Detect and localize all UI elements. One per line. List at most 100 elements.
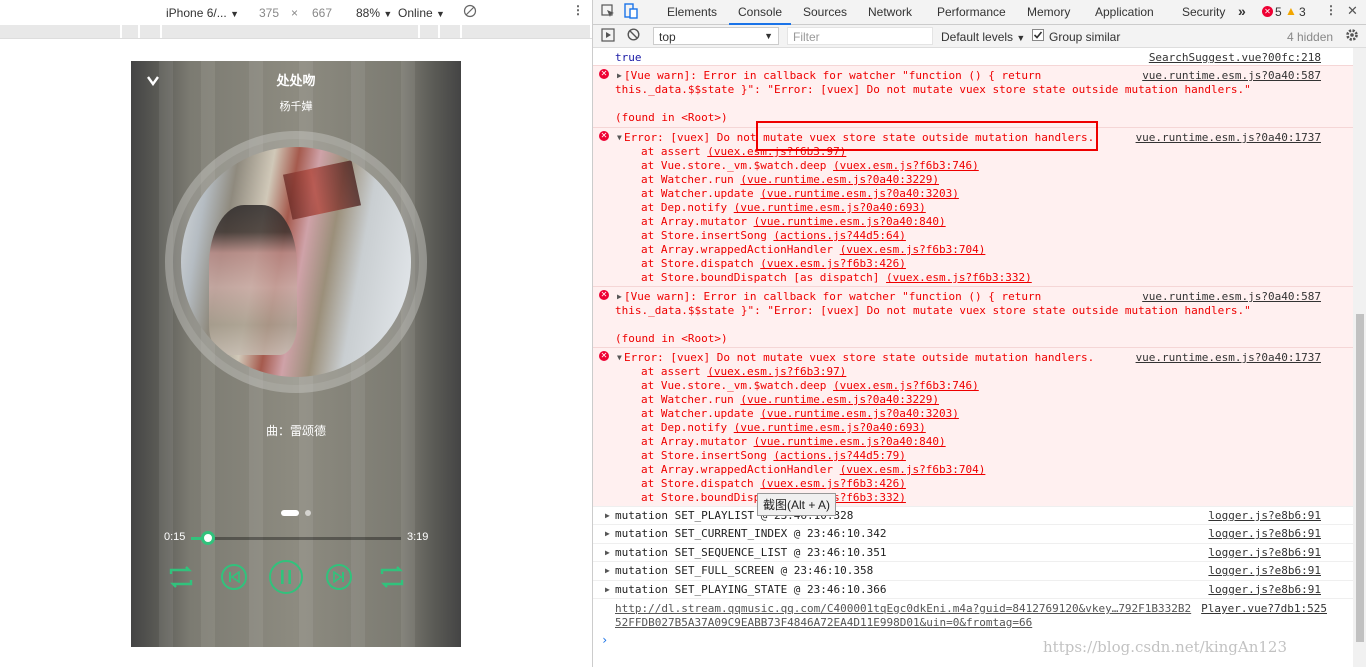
stack-frame: at Watcher.update (vue.runtime.esm.js?0a… (641, 407, 959, 421)
source-link[interactable]: vue.runtime.esm.js?0a40:587 (1142, 69, 1321, 83)
stack-frame: at assert (vuex.esm.js?f6b3:97) (641, 365, 846, 379)
favorite-icon[interactable] (376, 561, 408, 596)
source-link[interactable]: logger.js?e8b6:91 (1208, 509, 1321, 523)
throttle-select[interactable]: Online ▼ (398, 6, 445, 20)
stack-frame-location[interactable]: (vuex.esm.js?f6b3:97) (707, 365, 846, 378)
expand-triangle-icon[interactable]: ▼ (617, 353, 622, 362)
stack-frame-function: at Watcher.run (641, 393, 741, 406)
next-icon[interactable] (326, 564, 352, 590)
log-levels-select[interactable]: Default levels ▼ (941, 30, 1025, 44)
tab-elements[interactable]: Elements (667, 5, 717, 19)
hidden-count: 4 hidden (1287, 30, 1334, 44)
tab-console[interactable]: Console (738, 5, 782, 19)
console-filter-input[interactable]: Filter (787, 27, 933, 45)
stack-frame-location[interactable]: (vuex.esm.js?f6b3:704) (840, 243, 986, 256)
expand-triangle-icon[interactable]: ▶ (605, 566, 610, 575)
devtools-menu-icon[interactable]: ⋮ (1325, 3, 1337, 17)
mutation-log-entry[interactable]: ▶ mutation SET_PLAYING_STATE @ 23:46:10.3… (593, 579, 1353, 598)
stack-frame-location[interactable]: (vue.runtime.esm.js?0a40:3229) (740, 393, 939, 406)
stack-frame-function: at assert (641, 365, 708, 378)
mutation-log-entry[interactable]: ▶ mutation SET_FULL_SCREEN @ 23:46:10.358… (593, 561, 1353, 580)
expand-triangle-icon[interactable]: ▼ (617, 133, 622, 142)
stack-frame-location[interactable]: (vuex.esm.js?f6b3:746) (833, 159, 979, 172)
stack-frame-location[interactable]: (vuex.esm.js?f6b3:746) (833, 379, 979, 392)
music-player-screen: 处处吻 杨千嬅 曲：雷颂德 0:15 3:19 (131, 61, 461, 647)
mutation-log-entry[interactable]: ▶ mutation SET_SEQUENCE_LIST @ 23:46:10.3… (593, 542, 1353, 561)
progress-bar[interactable] (191, 531, 401, 545)
stack-frame-location[interactable]: (vuex.esm.js?f6b3:426) (760, 257, 906, 270)
error-message: Error: [vuex] Do not mutate vuex store s… (624, 351, 1095, 364)
prev-icon[interactable] (221, 564, 247, 590)
stack-frame-location[interactable]: (vuex.esm.js?f6b3:704) (840, 463, 986, 476)
devtools-panel: Elements Console Sources Network Perform… (592, 0, 1366, 667)
zoom-select[interactable]: 88% ▼ (356, 6, 392, 20)
console-scrollbar[interactable] (1353, 48, 1366, 667)
stack-frame-function: at Watcher.update (641, 187, 761, 200)
media-query-ruler (0, 25, 592, 39)
stack-frame-location[interactable]: (vuex.esm.js?f6b3:426) (760, 477, 906, 490)
dropdown-caret-icon: ▼ (1016, 33, 1026, 43)
stack-frame-location[interactable]: (vue.runtime.esm.js?0a40:840) (754, 215, 946, 228)
more-options-icon[interactable]: ⋮ (572, 3, 584, 17)
stack-frame-location[interactable]: (vue.runtime.esm.js?0a40:3229) (740, 173, 939, 186)
pause-icon[interactable] (269, 560, 303, 594)
group-similar-checkbox[interactable] (1032, 29, 1044, 44)
stream-url-cont[interactable]: 52FFDB027B5A37A09C9EABB73F4846A72EA4D11E… (615, 616, 1032, 630)
source-link[interactable]: logger.js?e8b6:91 (1208, 546, 1321, 560)
source-link[interactable]: vue.runtime.esm.js?0a40:1737 (1136, 351, 1321, 365)
stack-frame-location[interactable]: (vue.runtime.esm.js?0a40:693) (734, 201, 926, 214)
tab-memory[interactable]: Memory (1027, 5, 1070, 19)
loop-icon[interactable] (165, 561, 197, 596)
device-height-input[interactable]: 667 (312, 6, 332, 20)
stack-frame-function: at Store.dispatch (641, 257, 761, 270)
expand-triangle-icon[interactable]: ▶ (605, 548, 610, 557)
expand-triangle-icon[interactable]: ▶ (605, 529, 610, 538)
stack-frame-function: at Array.mutator (641, 435, 754, 448)
singer-name: 杨千嬅 (279, 101, 313, 113)
tab-application[interactable]: Application (1095, 5, 1154, 19)
source-link[interactable]: logger.js?e8b6:91 (1208, 583, 1321, 597)
stack-frame-location[interactable]: (actions.js?44d5:64) (773, 229, 905, 242)
clear-console-icon[interactable] (627, 28, 640, 44)
stream-url[interactable]: http://dl.stream.qqmusic.qq.com/C400001t… (615, 602, 1191, 616)
expand-triangle-icon[interactable]: ▶ (617, 292, 622, 301)
expand-triangle-icon[interactable]: ▶ (605, 511, 610, 520)
source-link[interactable]: Player.vue?7db1:525 (1201, 602, 1327, 616)
stack-frame-location[interactable]: (vuex.esm.js?f6b3:332) (886, 271, 1032, 284)
more-tabs-icon[interactable]: » (1238, 3, 1246, 19)
source-link[interactable]: logger.js?e8b6:91 (1208, 527, 1321, 541)
expand-triangle-icon[interactable]: ▶ (605, 585, 610, 594)
error-icon: ✕ (599, 290, 609, 300)
mutation-log-entry[interactable]: ▶ mutation SET_PLAYLIST @ 23:46:10.328 log… (593, 506, 1353, 524)
device-toggle-icon[interactable] (624, 3, 638, 22)
expand-triangle-icon[interactable]: ▶ (617, 71, 622, 80)
source-link[interactable]: logger.js?e8b6:91 (1208, 564, 1321, 578)
source-link[interactable]: SearchSuggest.vue?00fc:218 (1149, 51, 1321, 65)
mutation-log-entry[interactable]: ▶ mutation SET_CURRENT_INDEX @ 23:46:10.3… (593, 524, 1353, 543)
scrollbar-thumb[interactable] (1356, 314, 1364, 642)
device-select[interactable]: iPhone 6/... ▼ (166, 6, 239, 20)
tab-network[interactable]: Network (868, 5, 912, 19)
source-link[interactable]: vue.runtime.esm.js?0a40:587 (1142, 290, 1321, 304)
stack-frame-location[interactable]: (vue.runtime.esm.js?0a40:840) (754, 435, 946, 448)
warning-count[interactable]: 3 (1299, 5, 1306, 19)
console-settings-icon[interactable] (1345, 28, 1359, 45)
tab-performance[interactable]: Performance (937, 5, 1006, 19)
progress-handle[interactable] (200, 531, 215, 545)
console-prompt[interactable]: › (601, 633, 608, 647)
tab-security[interactable]: Security (1182, 5, 1225, 19)
stack-frame-location[interactable]: (vue.runtime.esm.js?0a40:3203) (760, 187, 959, 200)
device-width-input[interactable]: 375 (259, 6, 279, 20)
stack-frame-location[interactable]: (vue.runtime.esm.js?0a40:3203) (760, 407, 959, 420)
stack-frame-location[interactable]: (actions.js?44d5:79) (773, 449, 905, 462)
show-sidebar-icon[interactable] (601, 28, 615, 45)
close-devtools-icon[interactable]: ✕ (1347, 3, 1358, 19)
error-count[interactable]: 5 (1275, 5, 1282, 19)
stack-frame-location[interactable]: (vue.runtime.esm.js?0a40:693) (734, 421, 926, 434)
rotate-icon[interactable] (463, 4, 477, 21)
page-dot[interactable] (305, 510, 311, 516)
tab-sources[interactable]: Sources (803, 5, 847, 19)
inspect-element-icon[interactable] (601, 4, 615, 21)
context-select[interactable]: top ▼ (653, 27, 779, 45)
source-link[interactable]: vue.runtime.esm.js?0a40:1737 (1136, 131, 1321, 145)
